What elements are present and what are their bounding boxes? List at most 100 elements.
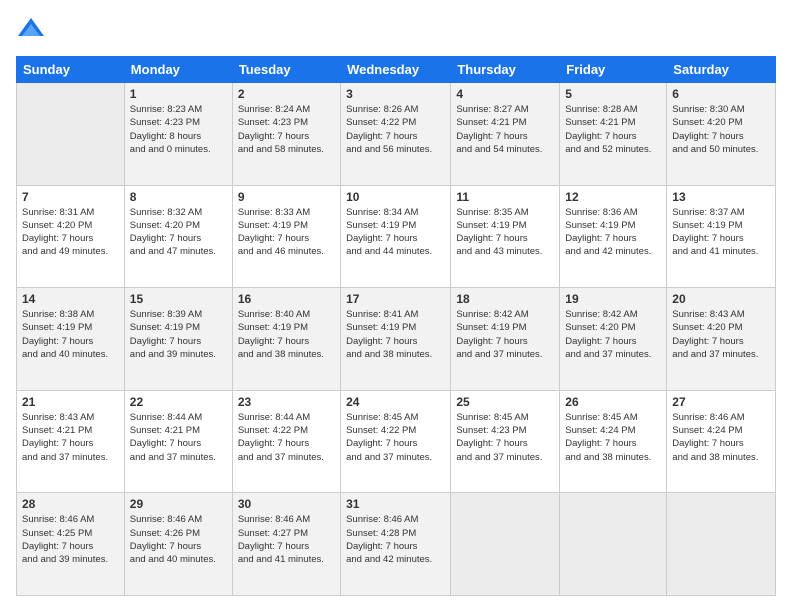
day-number: 16 <box>238 292 335 306</box>
day-info: Sunrise: 8:27 AMSunset: 4:21 PMDaylight:… <box>456 103 554 156</box>
day-number: 2 <box>238 87 335 101</box>
calendar-day-cell: 25Sunrise: 8:45 AMSunset: 4:23 PMDayligh… <box>451 390 560 493</box>
day-number: 26 <box>565 395 661 409</box>
day-number: 31 <box>346 497 445 511</box>
calendar-day-cell: 10 Sunrise: 8:34 AMSunset: 4:19 PMDayligh… <box>341 185 451 288</box>
calendar-day-cell: 5 Sunrise: 8:28 AMSunset: 4:21 PMDaylight… <box>560 83 667 186</box>
page: SundayMondayTuesdayWednesdayThursdayFrid… <box>0 0 792 612</box>
day-info: Sunrise: 8:44 AMSunset: 4:22 PMDaylight:… <box>238 411 335 464</box>
day-info: Sunrise: 8:37 AMSunset: 4:19 PMDaylight:… <box>672 206 770 259</box>
day-number: 18 <box>456 292 554 306</box>
calendar-day-cell <box>17 83 125 186</box>
calendar-day-cell <box>451 493 560 596</box>
weekday-header: Tuesday <box>232 57 340 83</box>
calendar-week-row: 21 Sunrise: 8:43 AMSunset: 4:21 PMDayligh… <box>17 390 776 493</box>
day-info: Sunrise: 8:30 AMSunset: 4:20 PMDaylight:… <box>672 103 770 156</box>
logo-icon <box>16 16 46 46</box>
calendar-day-cell: 22Sunrise: 8:44 AMSunset: 4:21 PMDayligh… <box>124 390 232 493</box>
calendar-week-row: 28 Sunrise: 8:46 AMSunset: 4:25 PMDayligh… <box>17 493 776 596</box>
day-info: Sunrise: 8:46 AMSunset: 4:24 PMDaylight:… <box>672 411 770 464</box>
header-row: SundayMondayTuesdayWednesdayThursdayFrid… <box>17 57 776 83</box>
day-number: 5 <box>565 87 661 101</box>
day-number: 19 <box>565 292 661 306</box>
calendar-day-cell: 15Sunrise: 8:39 AMSunset: 4:19 PMDayligh… <box>124 288 232 391</box>
calendar-day-cell: 31 Sunrise: 8:46 AMSunset: 4:28 PMDayligh… <box>341 493 451 596</box>
day-number: 14 <box>22 292 119 306</box>
day-info: Sunrise: 8:43 AMSunset: 4:20 PMDaylight:… <box>672 308 770 361</box>
day-number: 7 <box>22 190 119 204</box>
calendar-day-cell: 11 Sunrise: 8:35 AMSunset: 4:19 PMDayligh… <box>451 185 560 288</box>
day-info: Sunrise: 8:39 AMSunset: 4:19 PMDaylight:… <box>130 308 227 361</box>
day-info: Sunrise: 8:46 AMSunset: 4:25 PMDaylight:… <box>22 513 119 566</box>
calendar-day-cell: 14 Sunrise: 8:38 AMSunset: 4:19 PMDayligh… <box>17 288 125 391</box>
day-info: Sunrise: 8:33 AMSunset: 4:19 PMDaylight:… <box>238 206 335 259</box>
weekday-header: Friday <box>560 57 667 83</box>
day-info: Sunrise: 8:45 AMSunset: 4:24 PMDaylight:… <box>565 411 661 464</box>
day-number: 28 <box>22 497 119 511</box>
day-info: Sunrise: 8:34 AMSunset: 4:19 PMDaylight:… <box>346 206 445 259</box>
calendar-day-cell <box>560 493 667 596</box>
calendar-day-cell: 8 Sunrise: 8:32 AMSunset: 4:20 PMDaylight… <box>124 185 232 288</box>
day-info: Sunrise: 8:32 AMSunset: 4:20 PMDaylight:… <box>130 206 227 259</box>
day-number: 12 <box>565 190 661 204</box>
day-number: 8 <box>130 190 227 204</box>
calendar-week-row: 1 Sunrise: 8:23 AMSunset: 4:23 PMDaylight… <box>17 83 776 186</box>
day-number: 11 <box>456 190 554 204</box>
day-number: 13 <box>672 190 770 204</box>
weekday-header: Sunday <box>17 57 125 83</box>
calendar-day-cell: 29Sunrise: 8:46 AMSunset: 4:26 PMDayligh… <box>124 493 232 596</box>
day-info: Sunrise: 8:23 AMSunset: 4:23 PMDaylight:… <box>130 103 227 156</box>
day-info: Sunrise: 8:40 AMSunset: 4:19 PMDaylight:… <box>238 308 335 361</box>
day-number: 9 <box>238 190 335 204</box>
day-info: Sunrise: 8:31 AMSunset: 4:20 PMDaylight:… <box>22 206 119 259</box>
calendar-day-cell: 21 Sunrise: 8:43 AMSunset: 4:21 PMDayligh… <box>17 390 125 493</box>
calendar-day-cell: 12Sunrise: 8:36 AMSunset: 4:19 PMDayligh… <box>560 185 667 288</box>
day-number: 17 <box>346 292 445 306</box>
calendar-day-cell: 27Sunrise: 8:46 AMSunset: 4:24 PMDayligh… <box>667 390 776 493</box>
calendar-day-cell: 4 Sunrise: 8:27 AMSunset: 4:21 PMDaylight… <box>451 83 560 186</box>
calendar-day-cell: 6 Sunrise: 8:30 AMSunset: 4:20 PMDaylight… <box>667 83 776 186</box>
day-number: 6 <box>672 87 770 101</box>
weekday-header: Wednesday <box>341 57 451 83</box>
day-info: Sunrise: 8:28 AMSunset: 4:21 PMDaylight:… <box>565 103 661 156</box>
day-info: Sunrise: 8:38 AMSunset: 4:19 PMDaylight:… <box>22 308 119 361</box>
day-info: Sunrise: 8:43 AMSunset: 4:21 PMDaylight:… <box>22 411 119 464</box>
weekday-header: Monday <box>124 57 232 83</box>
calendar-day-cell: 30 Sunrise: 8:46 AMSunset: 4:27 PMDayligh… <box>232 493 340 596</box>
calendar-day-cell: 13 Sunrise: 8:37 AMSunset: 4:19 PMDayligh… <box>667 185 776 288</box>
day-number: 29 <box>130 497 227 511</box>
day-number: 10 <box>346 190 445 204</box>
calendar-day-cell: 16 Sunrise: 8:40 AMSunset: 4:19 PMDayligh… <box>232 288 340 391</box>
day-number: 24 <box>346 395 445 409</box>
calendar-week-row: 14 Sunrise: 8:38 AMSunset: 4:19 PMDayligh… <box>17 288 776 391</box>
calendar-day-cell: 9 Sunrise: 8:33 AMSunset: 4:19 PMDaylight… <box>232 185 340 288</box>
calendar-day-cell: 3 Sunrise: 8:26 AMSunset: 4:22 PMDaylight… <box>341 83 451 186</box>
calendar-day-cell: 17Sunrise: 8:41 AMSunset: 4:19 PMDayligh… <box>341 288 451 391</box>
day-number: 3 <box>346 87 445 101</box>
calendar-day-cell: 7 Sunrise: 8:31 AMSunset: 4:20 PMDaylight… <box>17 185 125 288</box>
calendar-day-cell: 23 Sunrise: 8:44 AMSunset: 4:22 PMDayligh… <box>232 390 340 493</box>
calendar-day-cell <box>667 493 776 596</box>
day-info: Sunrise: 8:45 AMSunset: 4:22 PMDaylight:… <box>346 411 445 464</box>
calendar-day-cell: 24 Sunrise: 8:45 AMSunset: 4:22 PMDayligh… <box>341 390 451 493</box>
day-info: Sunrise: 8:35 AMSunset: 4:19 PMDaylight:… <box>456 206 554 259</box>
day-info: Sunrise: 8:42 AMSunset: 4:20 PMDaylight:… <box>565 308 661 361</box>
day-info: Sunrise: 8:45 AMSunset: 4:23 PMDaylight:… <box>456 411 554 464</box>
calendar-day-cell: 19 Sunrise: 8:42 AMSunset: 4:20 PMDayligh… <box>560 288 667 391</box>
day-number: 21 <box>22 395 119 409</box>
day-info: Sunrise: 8:46 AMSunset: 4:27 PMDaylight:… <box>238 513 335 566</box>
logo <box>16 16 50 46</box>
day-number: 4 <box>456 87 554 101</box>
weekday-header: Saturday <box>667 57 776 83</box>
day-number: 1 <box>130 87 227 101</box>
day-number: 20 <box>672 292 770 306</box>
day-number: 23 <box>238 395 335 409</box>
calendar-day-cell: 2Sunrise: 8:24 AMSunset: 4:23 PMDaylight… <box>232 83 340 186</box>
day-info: Sunrise: 8:46 AMSunset: 4:28 PMDaylight:… <box>346 513 445 566</box>
day-info: Sunrise: 8:44 AMSunset: 4:21 PMDaylight:… <box>130 411 227 464</box>
day-info: Sunrise: 8:26 AMSunset: 4:22 PMDaylight:… <box>346 103 445 156</box>
day-number: 30 <box>238 497 335 511</box>
calendar-day-cell: 28 Sunrise: 8:46 AMSunset: 4:25 PMDayligh… <box>17 493 125 596</box>
calendar-table: SundayMondayTuesdayWednesdayThursdayFrid… <box>16 56 776 596</box>
calendar-day-cell: 1 Sunrise: 8:23 AMSunset: 4:23 PMDaylight… <box>124 83 232 186</box>
